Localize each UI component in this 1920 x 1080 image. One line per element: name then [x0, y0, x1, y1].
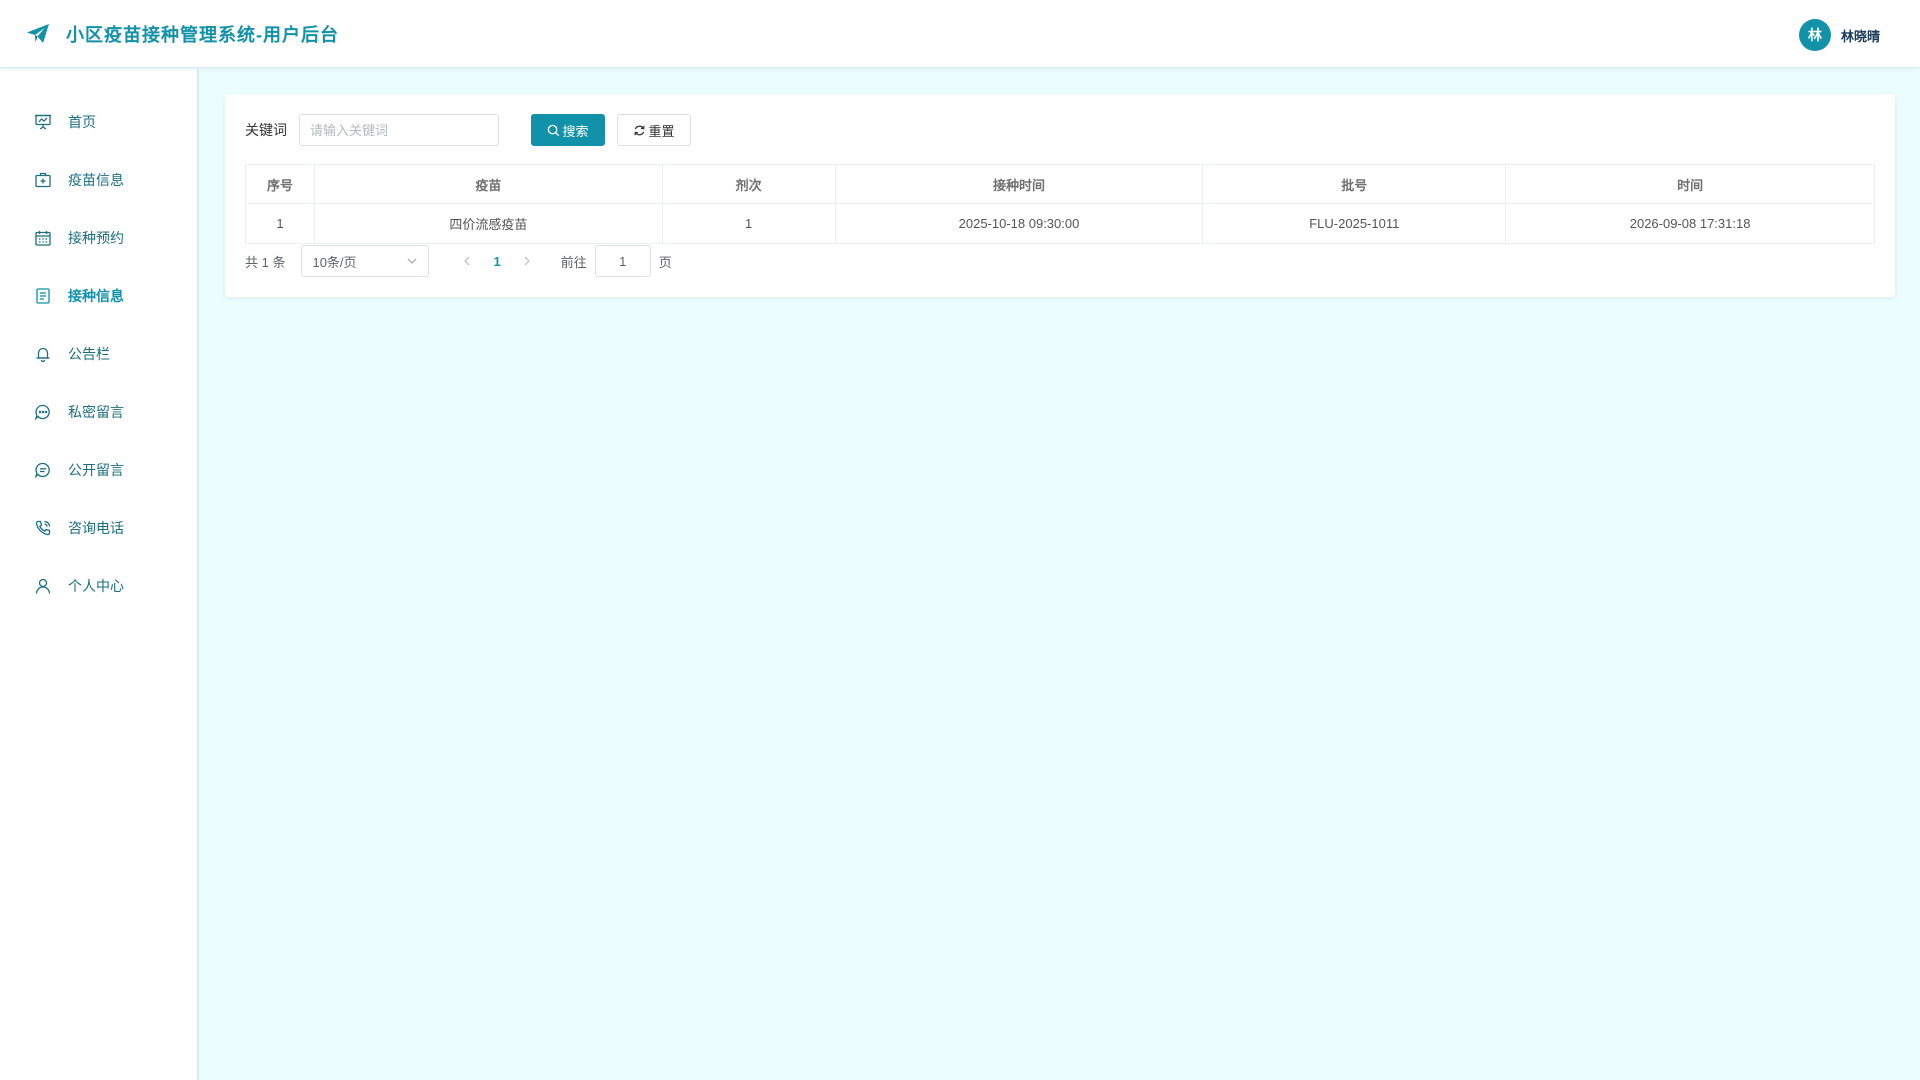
- top-header: 小区疫苗接种管理系统-用户后台 林 林晓晴: [0, 0, 1920, 68]
- table-header-row: 序号 疫苗 剂次 接种时间 批号 时间: [245, 164, 1875, 204]
- page-number-current[interactable]: 1: [493, 254, 500, 269]
- chevron-down-icon: [408, 258, 417, 264]
- app-title: 小区疫苗接种管理系统-用户后台: [66, 24, 339, 45]
- brand: 小区疫苗接种管理系统-用户后台: [26, 21, 339, 47]
- chevron-right-icon: [524, 256, 530, 266]
- sidebar-item-label: 私密留言: [68, 404, 124, 420]
- sidebar-item-private-message[interactable]: 私密留言: [0, 383, 197, 441]
- goto-page-input[interactable]: [594, 245, 651, 277]
- reset-button-label: 重置: [648, 123, 675, 139]
- search-label: 关键词: [245, 122, 287, 138]
- page-size-value: 10条/页: [312, 254, 357, 270]
- sidebar-item-public-message[interactable]: 公开留言: [0, 441, 197, 499]
- goto-label: 前往: [560, 254, 587, 270]
- sidebar-item-vaccination-info[interactable]: 接种信息: [0, 267, 197, 325]
- sidebar: 首页 疫苗信息 接种预约 接种信息 公告栏 私密留言 公开留言 咨询电话 个人中…: [0, 69, 199, 1080]
- paper-plane-icon: [27, 23, 49, 43]
- phone-icon: [35, 520, 51, 536]
- calendar-icon: [35, 231, 51, 246]
- sidebar-item-label: 咨询电话: [68, 520, 124, 536]
- sidebar-item-notice[interactable]: 公告栏: [0, 325, 197, 383]
- sidebar-item-vaccine-info[interactable]: 疫苗信息: [0, 151, 197, 209]
- sidebar-item-label: 公开留言: [68, 462, 124, 478]
- chat-lines-icon: [34, 462, 50, 479]
- column-header-index[interactable]: 序号: [245, 164, 315, 204]
- sidebar-item-profile[interactable]: 个人中心: [0, 557, 197, 615]
- medical-kit-icon: [35, 172, 51, 188]
- cell-batch-number: FLU-2025-1011: [1202, 203, 1507, 244]
- vaccination-table: 序号 疫苗 剂次 接种时间 批号 时间 1 四价流感疫苗 1 2025-10-1…: [245, 164, 1875, 244]
- sidebar-item-label: 疫苗信息: [68, 172, 124, 188]
- username[interactable]: 林晓晴: [1841, 26, 1880, 45]
- table-row[interactable]: 1 四价流感疫苗 1 2025-10-18 09:30:00 FLU-2025-…: [245, 203, 1875, 244]
- pagination: 共 1 条 10条/页 1 前往 页: [245, 244, 1875, 278]
- cell-vaccine: 四价流感疫苗: [313, 203, 663, 244]
- cell-dose: 1: [661, 203, 836, 244]
- reset-button[interactable]: 重置: [617, 114, 691, 146]
- cell-time: 2026-09-08 17:31:18: [1505, 203, 1875, 244]
- search-input[interactable]: [299, 114, 499, 146]
- column-header-vaccine[interactable]: 疫苗: [313, 164, 663, 204]
- next-page-button[interactable]: [515, 249, 539, 273]
- sidebar-item-label: 接种预约: [68, 230, 124, 246]
- goto-suffix: 页: [658, 254, 672, 270]
- sidebar-item-hotline[interactable]: 咨询电话: [0, 499, 197, 557]
- cell-index: 1: [245, 203, 315, 244]
- search-button-label: 搜索: [562, 123, 589, 139]
- search-icon: [548, 124, 560, 136]
- sidebar-item-label: 接种信息: [68, 288, 124, 304]
- column-header-time[interactable]: 时间: [1505, 164, 1875, 204]
- sidebar-item-label: 个人中心: [68, 578, 124, 594]
- cell-vaccination-time: 2025-10-18 09:30:00: [834, 203, 1204, 244]
- chevron-left-icon: [464, 256, 470, 266]
- sidebar-item-label: 首页: [68, 114, 96, 130]
- chat-dots-icon: [34, 404, 50, 421]
- sidebar-item-appointment[interactable]: 接种预约: [0, 209, 197, 267]
- prev-page-button[interactable]: [455, 249, 479, 273]
- refresh-icon: [634, 125, 646, 135]
- avatar[interactable]: 林: [1798, 19, 1831, 51]
- page-size-select[interactable]: 10条/页: [301, 245, 430, 277]
- user-icon: [35, 578, 51, 594]
- document-icon: [36, 288, 50, 304]
- sidebar-item-home[interactable]: 首页: [0, 93, 197, 151]
- search-bar: 关键词 搜索 重置: [245, 114, 1875, 146]
- column-header-dose[interactable]: 剂次: [661, 164, 836, 204]
- column-header-vaccination-time[interactable]: 接种时间: [834, 164, 1204, 204]
- presentation-icon: [35, 114, 51, 130]
- sidebar-item-label: 公告栏: [68, 346, 110, 362]
- column-header-batch-number[interactable]: 批号: [1202, 164, 1507, 204]
- total-count: 共 1 条: [245, 254, 286, 270]
- search-button[interactable]: 搜索: [531, 114, 605, 146]
- user-menu[interactable]: 林 林晓晴: [1798, 19, 1880, 51]
- content-panel: 关键词 搜索 重置: [225, 94, 1895, 297]
- bell-icon: [36, 347, 50, 363]
